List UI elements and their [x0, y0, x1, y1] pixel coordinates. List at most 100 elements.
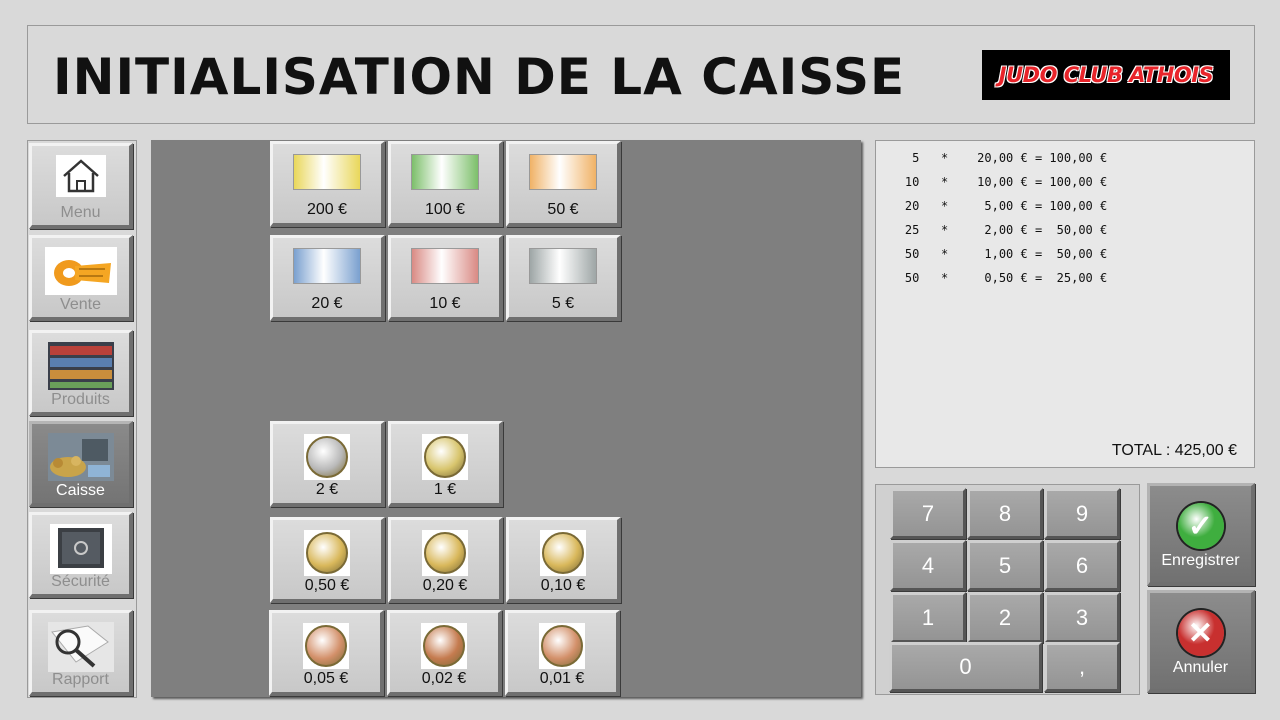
summary-unit: 1,00 € [969, 247, 1028, 261]
coin-button[interactable]: 2 € [270, 421, 385, 507]
bill-label: 20 € [311, 295, 343, 312]
summary-qty: 5 [876, 151, 920, 165]
coin-label: 0,02 € [421, 670, 467, 687]
banknote-icon [529, 248, 597, 284]
bill-button[interactable]: 50 € [506, 141, 621, 227]
keypad-key-2[interactable]: 2 [967, 592, 1043, 643]
bill-button[interactable]: 100 € [388, 141, 503, 227]
keypad-key-5[interactable]: 5 [967, 540, 1043, 591]
keypad-key-4[interactable]: 4 [890, 540, 966, 591]
coin-icon [303, 623, 349, 669]
coin-label: 0,01 € [539, 670, 585, 687]
summary-multiply: * [919, 271, 970, 285]
banknote-icon [293, 248, 361, 284]
summary-equals: = [1027, 247, 1050, 261]
home-icon [55, 155, 106, 202]
close-icon: ✕ [1177, 610, 1224, 656]
coin-icon [422, 530, 468, 576]
coin-label: 0,10 € [540, 577, 586, 594]
coin-button[interactable]: 0,02 € [387, 610, 502, 696]
header-bar: INITIALISATION DE LA CAISSE JUDO CLUB AT… [27, 25, 1255, 124]
banknote-icon [411, 248, 479, 284]
safe-icon [49, 524, 112, 579]
products-shelf-icon [47, 342, 114, 395]
cancel-button[interactable]: ✕ Annuler [1147, 590, 1255, 693]
bill-label: 5 € [551, 295, 575, 312]
summary-qty: 25 [876, 223, 920, 237]
report-magnifier-icon [47, 622, 114, 677]
keypad-key-9[interactable]: 9 [1044, 488, 1120, 539]
coin-label: 0,05 € [303, 670, 349, 687]
ticket-icon [44, 247, 117, 300]
page-title: INITIALISATION DE LA CAISSE [53, 48, 906, 106]
coin-button[interactable]: 0,01 € [505, 610, 620, 696]
sidebar-item-label: Rapport [52, 671, 109, 688]
sidebar-item-menu[interactable]: Menu [29, 143, 133, 229]
sidebar-item-label: Caisse [56, 482, 105, 499]
cash-register-icon [47, 433, 114, 486]
bill-button[interactable]: 20 € [270, 235, 385, 321]
bill-label: 200 € [306, 201, 348, 218]
sidebar-item-rapport[interactable]: Rapport [29, 610, 133, 696]
summary-amount: 50,00 € [1049, 223, 1108, 237]
summary-equals: = [1027, 151, 1050, 165]
save-button-label: Enregistrer [1161, 552, 1240, 569]
coin-button[interactable]: 0,50 € [270, 517, 385, 603]
bill-label: 10 € [429, 295, 461, 312]
keypad-key-6[interactable]: 6 [1044, 540, 1120, 591]
checkmark-icon: ✓ [1177, 503, 1224, 549]
coin-button[interactable]: 0,20 € [388, 517, 503, 603]
coin-label: 1 € [433, 481, 457, 498]
coin-icon [304, 530, 350, 576]
bill-button[interactable]: 10 € [388, 235, 503, 321]
summary-qty: 50 [876, 271, 920, 285]
sidebar-item-sécurité[interactable]: Sécurité [29, 512, 133, 598]
sidebar-item-vente[interactable]: Vente [29, 235, 133, 321]
cancel-button-label: Annuler [1172, 659, 1229, 676]
summary-equals: = [1027, 175, 1050, 189]
coin-button[interactable]: 1 € [388, 421, 503, 507]
summary-qty: 20 [876, 199, 920, 213]
banknote-icon [411, 154, 479, 190]
summary-unit: 10,00 € [969, 175, 1028, 189]
summary-row: 50 * 0,50 € = 25,00 € [876, 271, 1107, 285]
summary-qty: 10 [876, 175, 920, 189]
summary-row: 5 * 20,00 € = 100,00 € [876, 151, 1107, 165]
summary-multiply: * [919, 175, 970, 189]
keypad-key-comma[interactable]: , [1044, 642, 1120, 692]
summary-amount: 100,00 € [1049, 151, 1108, 165]
club-logo: JUDO CLUB ATHOIS [982, 50, 1230, 100]
keypad-key-7[interactable]: 7 [890, 488, 966, 539]
sidebar-item-label: Menu [60, 204, 101, 221]
summary-amount: 100,00 € [1049, 199, 1108, 213]
sidebar-item-produits[interactable]: Produits [29, 330, 133, 416]
sidebar-item-label: Produits [51, 391, 110, 408]
summary-amount: 50,00 € [1049, 247, 1108, 261]
summary-unit: 20,00 € [969, 151, 1028, 165]
summary-unit: 5,00 € [969, 199, 1028, 213]
keypad-key-0[interactable]: 0 [889, 642, 1042, 692]
summary-unit: 0,50 € [969, 271, 1028, 285]
coin-icon [540, 530, 586, 576]
summary-multiply: * [919, 247, 970, 261]
bill-button[interactable]: 200 € [270, 141, 385, 227]
summary-equals: = [1027, 223, 1050, 237]
summary-row: 10 * 10,00 € = 100,00 € [876, 175, 1107, 189]
summary-row: 20 * 5,00 € = 100,00 € [876, 199, 1107, 213]
keypad-key-1[interactable]: 1 [890, 592, 966, 643]
bill-button[interactable]: 5 € [506, 235, 621, 321]
summary-unit: 2,00 € [969, 223, 1028, 237]
sidebar-item-label: Sécurité [51, 573, 110, 590]
banknote-icon [529, 154, 597, 190]
summary-equals: = [1027, 271, 1050, 285]
banknote-icon [293, 154, 361, 190]
sidebar-item-caisse[interactable]: Caisse [29, 421, 133, 507]
keypad-key-8[interactable]: 8 [967, 488, 1043, 539]
summary-amount: 100,00 € [1049, 175, 1108, 189]
coin-button[interactable]: 0,10 € [506, 517, 621, 603]
coin-label: 2 € [315, 481, 339, 498]
keypad-key-3[interactable]: 3 [1044, 592, 1120, 643]
bill-label: 50 € [547, 201, 579, 218]
coin-button[interactable]: 0,05 € [269, 610, 384, 696]
save-button[interactable]: ✓ Enregistrer [1147, 483, 1255, 586]
